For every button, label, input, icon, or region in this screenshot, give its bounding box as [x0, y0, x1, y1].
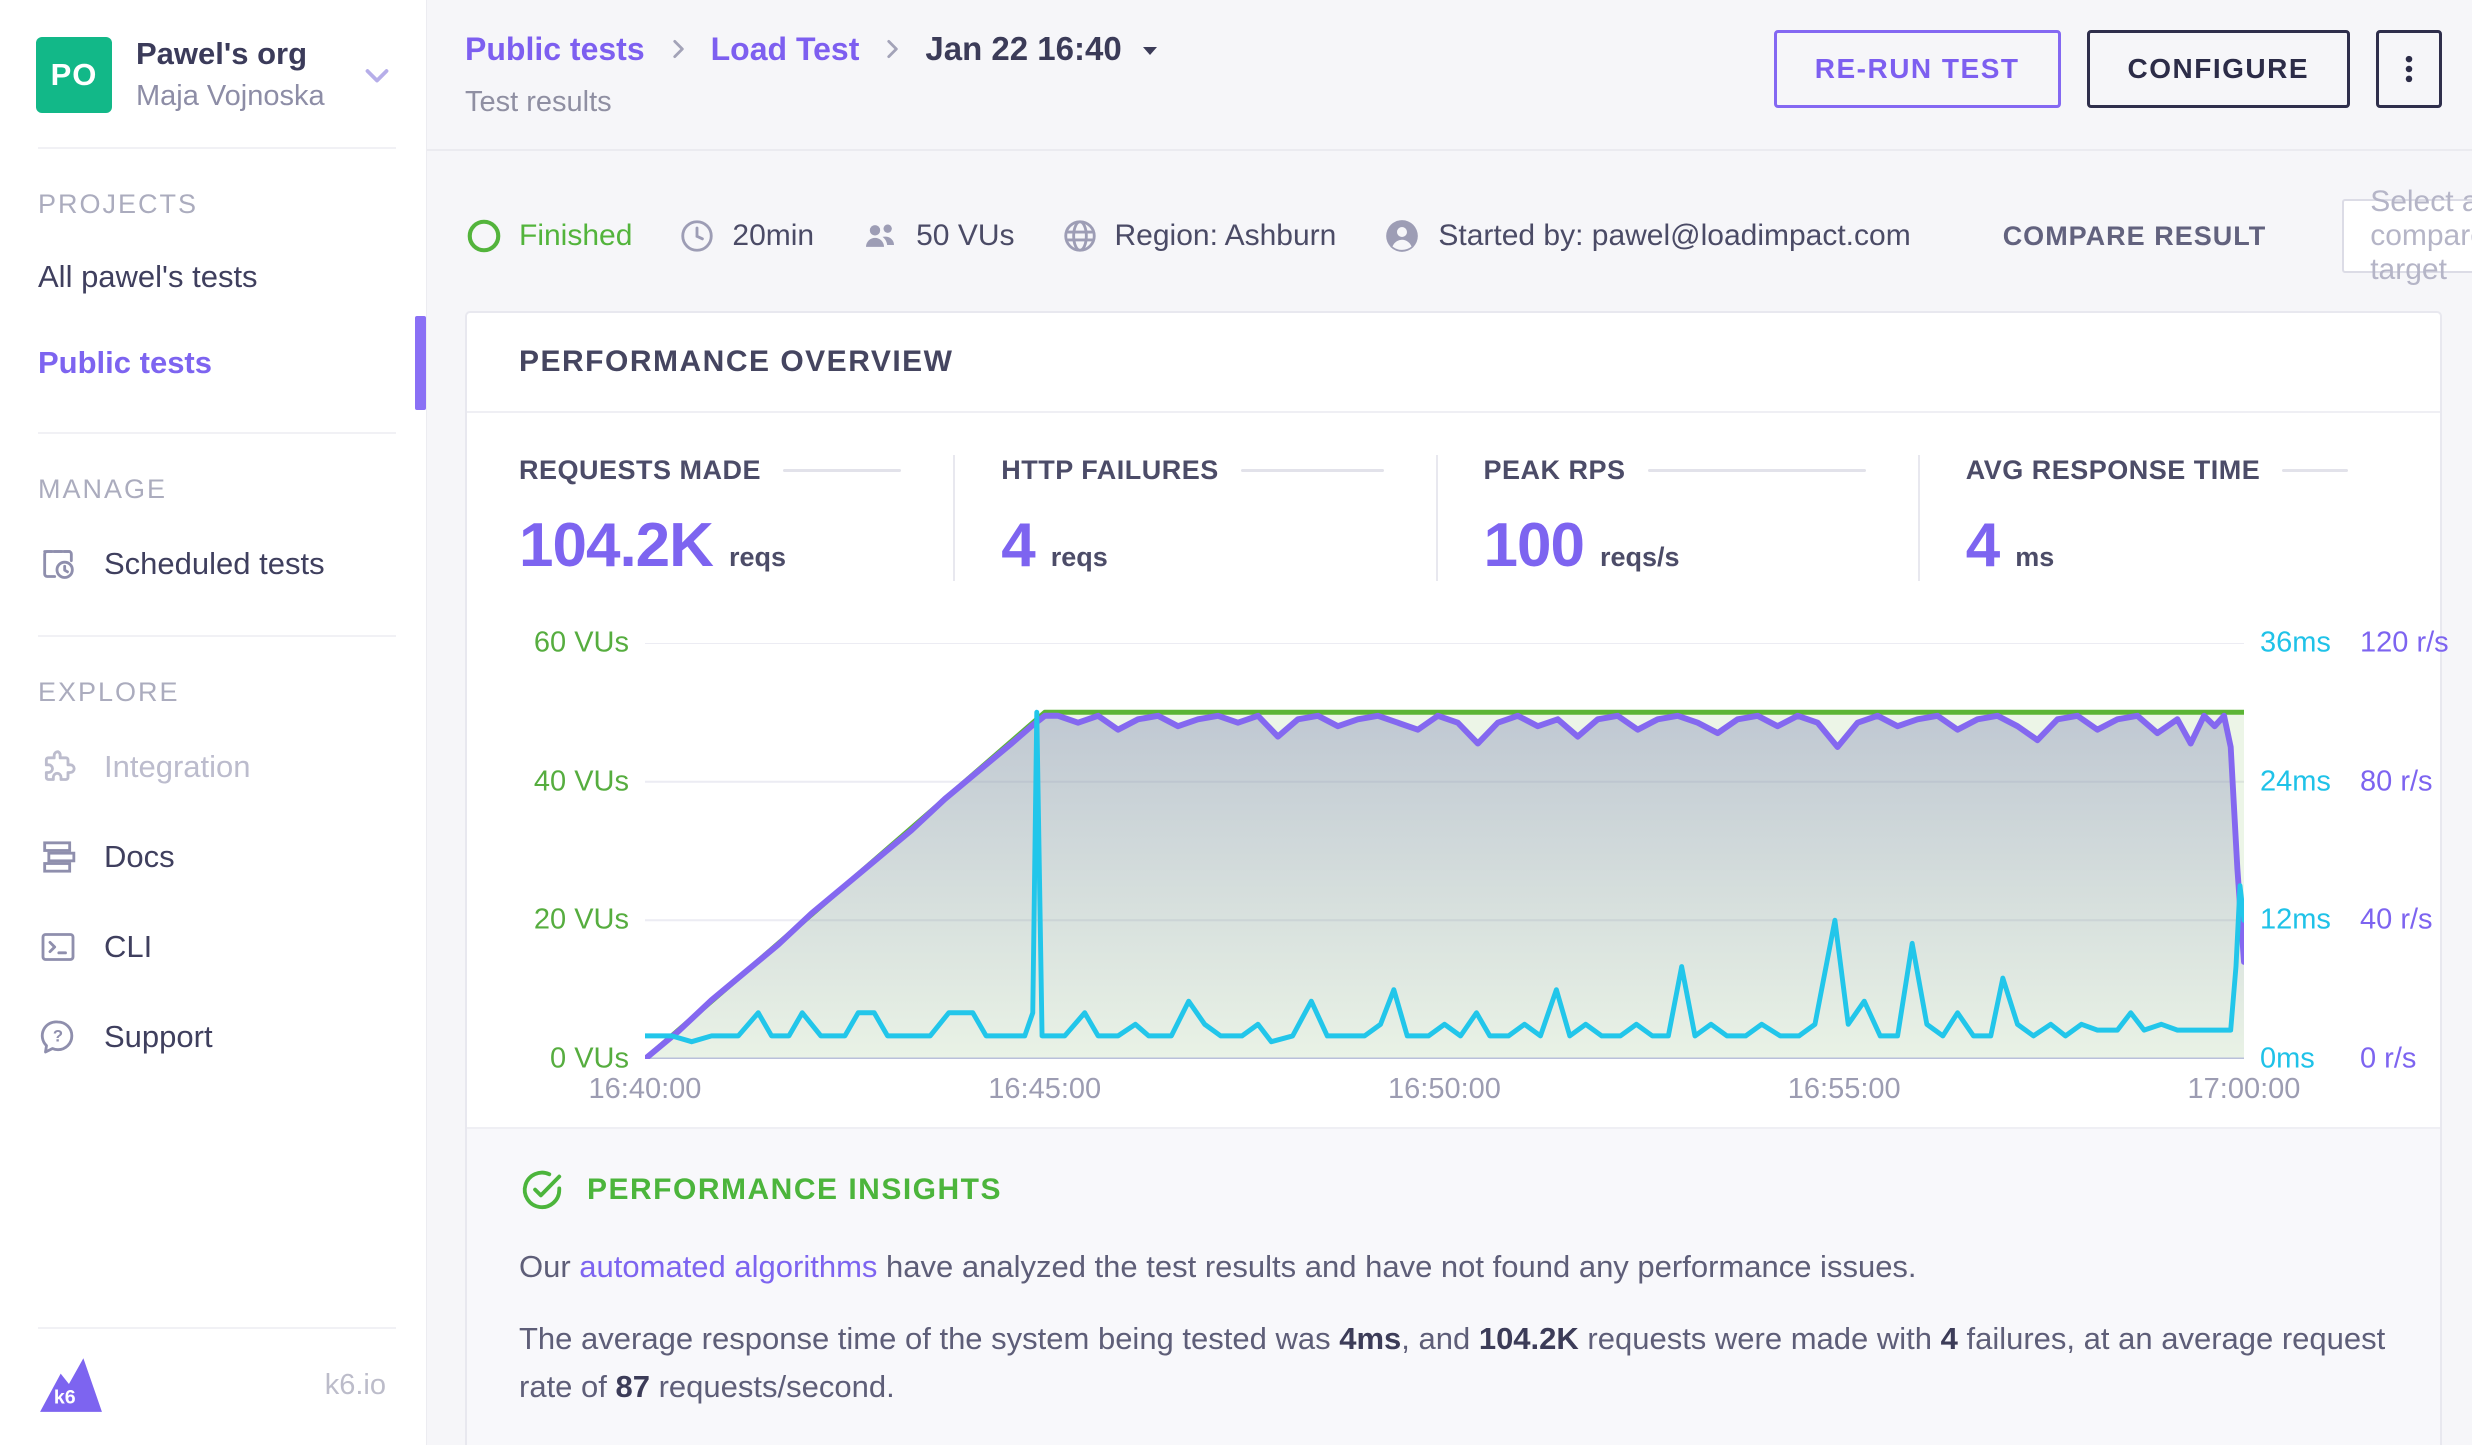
chart-axis-right: 36ms120 r/s24ms80 r/s12ms40 r/s0ms0 r/s [2244, 643, 2426, 1059]
explore-header: EXPLORE [0, 677, 426, 708]
insights-line-2: The average response time of the system … [519, 1315, 2388, 1411]
sidebar-item-docs[interactable]: Docs [0, 812, 426, 902]
explore-section: EXPLORE Integration Docs CLI ? Support [0, 637, 426, 1108]
svg-text:k6: k6 [54, 1387, 76, 1409]
status-ring-icon [465, 217, 503, 255]
sidebar-item-support[interactable]: ? Support [0, 992, 426, 1082]
stat-http-failures: HTTP FAILURES 4reqs [953, 455, 1435, 581]
projects-section: PROJECTS All pawel's tests Public tests [0, 149, 426, 432]
test-status-bar: Finished 20min 50 VUs Region: Ashburn [465, 199, 2442, 273]
chart-axis-x: 16:40:0016:45:0016:50:0016:55:0017:00:00 [645, 1073, 2244, 1121]
test-vus: 50 VUs [860, 216, 1014, 256]
breadcrumb-load-test[interactable]: Load Test [711, 31, 860, 68]
y-axis-tick-right: 0ms0 r/s [2260, 1043, 2416, 1076]
x-axis-tick: 16:45:00 [988, 1073, 1101, 1106]
status-badge: Finished [465, 217, 632, 255]
sidebar-item-cli[interactable]: CLI [0, 902, 426, 992]
globe-icon [1061, 217, 1099, 255]
org-name: Pawel's org [136, 36, 325, 72]
main-area: Public tests Load Test Jan 22 16:40 Test… [427, 0, 2472, 1445]
y-axis-tick-right: 36ms120 r/s [2260, 627, 2449, 660]
kebab-icon [2392, 52, 2426, 86]
configure-button[interactable]: CONFIGURE [2087, 30, 2351, 108]
site-link[interactable]: k6.io [325, 1369, 386, 1402]
chevron-right-icon [665, 36, 691, 62]
breadcrumb: Public tests Load Test Jan 22 16:40 [465, 30, 1162, 68]
svg-text:?: ? [53, 1027, 63, 1046]
org-subtitle: Maja Vojnoska [136, 80, 325, 113]
support-icon: ? [38, 1017, 78, 1057]
y-axis-tick-vus: 0 VUs [550, 1043, 629, 1076]
page-subtitle: Test results [465, 86, 1162, 119]
compare-target-select[interactable]: Select a compare target [2342, 199, 2472, 273]
breadcrumb-run-selector[interactable]: Jan 22 16:40 [925, 30, 1161, 68]
test-duration: 20min [678, 217, 814, 255]
puzzle-icon [38, 747, 78, 787]
overview-chart: 60 VUs 40 VUs 20 VUs 0 VUs 36ms120 r/s24ms8… [467, 585, 2440, 1127]
x-axis-tick: 16:40:00 [589, 1073, 702, 1106]
insights-line-1: Our automated algorithms have analyzed t… [519, 1243, 2388, 1291]
card-title: PERFORMANCE OVERVIEW [519, 345, 954, 378]
projects-header: PROJECTS [0, 189, 426, 220]
chevron-down-icon [358, 56, 396, 94]
stat-requests-made: REQUESTS MADE 104.2Kreqs [519, 455, 953, 581]
org-switcher[interactable]: PO Pawel's org Maja Vojnoska [0, 0, 426, 147]
y-axis-tick-vus: 20 VUs [534, 904, 629, 937]
org-avatar: PO [36, 37, 112, 113]
chevron-right-icon [879, 36, 905, 62]
sidebar-item-public-tests[interactable]: Public tests [0, 320, 426, 406]
k6-logo[interactable]: k6 [38, 1355, 104, 1415]
x-axis-tick: 16:50:00 [1388, 1073, 1501, 1106]
performance-overview-card: PERFORMANCE OVERVIEW REQUESTS MADE 104.2… [465, 311, 2442, 1445]
y-axis-tick-vus: 40 VUs [534, 765, 629, 798]
caret-down-icon [1138, 39, 1162, 63]
stats-row: REQUESTS MADE 104.2Kreqs HTTP FAILURES 4… [467, 413, 2440, 585]
test-started-by: Started by: pawel@loadimpact.com [1382, 216, 1910, 256]
clock-icon [678, 217, 716, 255]
stat-peak-rps: PEAK RPS 100reqs/s [1436, 455, 1918, 581]
calendar-clock-icon [38, 544, 78, 584]
chart-axis-left: 60 VUs40 VUs20 VUs0 VUs [493, 643, 645, 1059]
sidebar: PO Pawel's org Maja Vojnoska PROJECTS Al… [0, 0, 427, 1445]
active-indicator [415, 316, 426, 410]
docs-icon [38, 837, 78, 877]
x-axis-tick: 17:00:00 [2188, 1073, 2301, 1106]
manage-section: MANAGE Scheduled tests [0, 434, 426, 635]
sidebar-item-all-pawels-tests[interactable]: All pawel's tests [0, 234, 426, 320]
content: Finished 20min 50 VUs Region: Ashburn [427, 151, 2472, 1445]
sidebar-item-integration[interactable]: Integration [0, 722, 426, 812]
sidebar-footer: k6 k6.io [0, 1327, 426, 1445]
stat-avg-response-time: AVG RESPONSE TIME 4ms [1918, 455, 2400, 581]
breadcrumb-public-tests[interactable]: Public tests [465, 31, 645, 68]
sidebar-item-scheduled-tests[interactable]: Scheduled tests [0, 519, 426, 609]
user-circle-icon [1382, 216, 1422, 256]
manage-header: MANAGE [0, 474, 426, 505]
y-axis-tick-right: 12ms40 r/s [2260, 904, 2433, 937]
x-axis-tick: 16:55:00 [1788, 1073, 1901, 1106]
y-axis-tick-vus: 60 VUs [534, 627, 629, 660]
test-region: Region: Ashburn [1061, 217, 1337, 255]
performance-insights: PERFORMANCE INSIGHTS Our automated algor… [467, 1127, 2440, 1445]
chart-plot-area[interactable] [645, 643, 2244, 1059]
page-header: Public tests Load Test Jan 22 16:40 Test… [427, 0, 2472, 151]
overview-chart-svg [645, 643, 2244, 1059]
y-axis-tick-right: 24ms80 r/s [2260, 765, 2433, 798]
check-circle-icon [519, 1167, 565, 1213]
insights-title: PERFORMANCE INSIGHTS [587, 1173, 1002, 1207]
users-icon [860, 216, 900, 256]
compare-result-label: COMPARE RESULT [2003, 221, 2267, 252]
terminal-icon [38, 927, 78, 967]
rerun-test-button[interactable]: RE-RUN TEST [1774, 30, 2061, 108]
more-options-button[interactable] [2376, 30, 2442, 108]
compare-select-placeholder: Select a compare target [2370, 185, 2472, 287]
